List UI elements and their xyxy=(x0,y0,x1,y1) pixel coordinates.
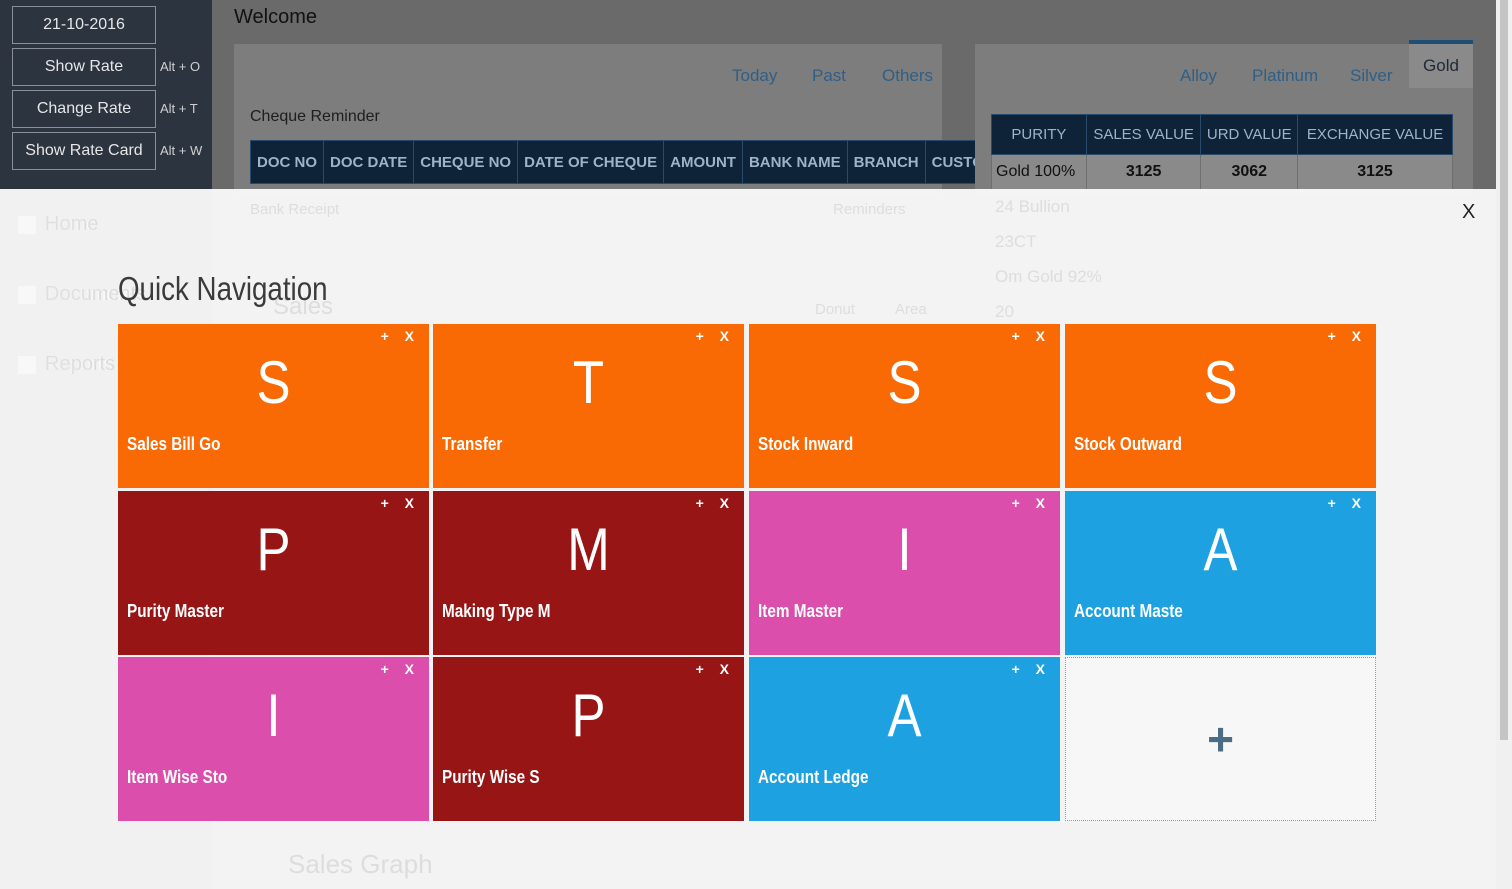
tile-controls[interactable]: + X xyxy=(696,328,735,344)
tile-stock-outward[interactable]: + X S Stock Outward xyxy=(1065,324,1376,488)
show-rate-card-button[interactable]: Show Rate Card xyxy=(12,132,156,170)
tile-letter: I xyxy=(266,682,281,749)
tile-letter: P xyxy=(256,516,291,583)
donut-label: Donut xyxy=(815,301,856,318)
column-header: BRANCH xyxy=(848,141,926,183)
ghost-purity: 24 Bullion xyxy=(995,197,1070,216)
tile-label: Stock Outward xyxy=(1074,434,1182,454)
column-header: CHEQUE NO xyxy=(414,141,519,183)
tab-gold[interactable]: Gold xyxy=(1409,40,1473,88)
tile-controls[interactable]: + X xyxy=(381,495,420,511)
scrollbar-thumb[interactable] xyxy=(1500,0,1508,740)
reminders-label: Reminders xyxy=(833,201,906,218)
cheque-table-header: DOC NO DOC DATE CHEQUE NO DATE OF CHEQUE… xyxy=(250,140,1026,184)
tile-label: Item Wise Sto xyxy=(127,767,228,787)
tile-controls[interactable]: + X xyxy=(696,661,735,677)
tile-controls[interactable]: + X xyxy=(381,328,420,344)
ghost-purity: 20 xyxy=(995,302,1014,321)
column-header: AMOUNT xyxy=(664,141,743,183)
rate-table: PURITY SALES VALUE URD VALUE EXCHANGE VA… xyxy=(991,114,1453,190)
tile-controls[interactable]: + X xyxy=(381,661,420,677)
tile-letter: S xyxy=(1203,349,1238,416)
column-header: DATE OF CHEQUE xyxy=(518,141,665,183)
sales-graph-label: Sales Graph xyxy=(288,849,433,879)
tile-letter: M xyxy=(567,516,610,583)
tile-account-master[interactable]: + X A Account Maste xyxy=(1065,491,1376,655)
column-header: URD VALUE xyxy=(1200,114,1299,155)
tile-label: Transfer xyxy=(442,434,503,454)
show-rate-shortcut: Alt + O xyxy=(160,59,201,74)
show-rate-button[interactable]: Show Rate xyxy=(12,48,156,86)
tile-transfer[interactable]: + X T Transfer xyxy=(433,324,744,488)
tile-label: Item Master xyxy=(758,601,844,621)
show-rate-card-shortcut: Alt + W xyxy=(160,143,203,158)
ghost-reports: Reports xyxy=(45,353,116,375)
tile-purity-master[interactable]: + X P Purity Master xyxy=(118,491,429,655)
column-header: PURITY xyxy=(991,114,1087,155)
tile-letter: I xyxy=(897,516,912,583)
page-title: Welcome xyxy=(234,6,317,28)
tile-label: Sales Bill Go xyxy=(127,434,221,454)
ghost-purity: 23CT xyxy=(995,232,1037,251)
page-scrollbar[interactable] xyxy=(1496,0,1512,889)
ghost-purity: Om Gold 92% xyxy=(995,267,1102,286)
tile-controls[interactable]: + X xyxy=(1328,495,1367,511)
tile-item-wise-stock[interactable]: + X I Item Wise Sto xyxy=(118,657,429,821)
column-header: DOC NO xyxy=(251,141,324,183)
column-header: EXCHANGE VALUE xyxy=(1297,114,1453,155)
close-button[interactable]: X xyxy=(1462,201,1475,224)
column-header: DOC DATE xyxy=(324,141,415,183)
purity-cell: Gold 100% xyxy=(991,154,1087,190)
tile-letter: S xyxy=(887,349,922,416)
tile-label: Purity Wise S xyxy=(442,767,540,787)
tile-label: Account Ledge xyxy=(758,767,869,787)
tile-controls[interactable]: + X xyxy=(1012,495,1051,511)
tile-letter: A xyxy=(1203,516,1238,583)
rate-panel: Alloy Platinum Silver Gold PURITY SALES … xyxy=(975,40,1473,194)
urd-value-cell: 3062 xyxy=(1200,154,1299,190)
tab-past[interactable]: Past xyxy=(812,66,846,86)
tile-item-master[interactable]: + X I Item Master xyxy=(749,491,1060,655)
tile-controls[interactable]: + X xyxy=(1012,661,1051,677)
tile-letter: P xyxy=(571,682,606,749)
cheque-reminder-label: Cheque Reminder xyxy=(250,108,380,125)
ghost-home: Home xyxy=(45,213,99,235)
tile-controls[interactable]: + X xyxy=(1328,328,1367,344)
tile-stock-inward[interactable]: + X S Stock Inward xyxy=(749,324,1060,488)
tile-letter: S xyxy=(256,349,291,416)
tile-label: Stock Inward xyxy=(758,434,854,454)
quick-nav-grid: + X S Sales Bill Go + X T Transfer + X S… xyxy=(118,324,1376,822)
tab-today[interactable]: Today xyxy=(732,66,777,86)
column-header: BANK NAME xyxy=(743,141,848,183)
tab-alloy[interactable]: Alloy xyxy=(1180,66,1217,86)
reminder-panel: Today Past Others Cheque Reminder DOC NO… xyxy=(234,44,1026,194)
tile-sales-bill[interactable]: + X S Sales Bill Go xyxy=(118,324,429,488)
area-label: Area xyxy=(895,301,927,318)
column-header: SALES VALUE xyxy=(1085,114,1202,155)
tile-label: Purity Master xyxy=(127,601,224,621)
sales-value-cell: 3125 xyxy=(1085,154,1202,190)
tile-controls[interactable]: + X xyxy=(696,495,735,511)
tile-making-type[interactable]: + X M Making Type M xyxy=(433,491,744,655)
date-display: 21-10-2016 xyxy=(12,6,156,44)
modal-title: Quick Navigation xyxy=(118,270,328,307)
tile-purity-wise[interactable]: + X P Purity Wise S xyxy=(433,657,744,821)
table-row: Gold 100% 3125 3062 3125 xyxy=(991,154,1453,190)
exchange-value-cell: 3125 xyxy=(1297,154,1453,190)
tab-others[interactable]: Others xyxy=(882,66,933,86)
change-rate-button[interactable]: Change Rate xyxy=(12,90,156,128)
add-tile-button[interactable]: + xyxy=(1065,657,1376,821)
tab-silver[interactable]: Silver xyxy=(1350,66,1393,86)
tile-label: Making Type M xyxy=(442,601,551,621)
tile-label: Account Maste xyxy=(1074,601,1183,621)
tile-letter: A xyxy=(887,682,922,749)
change-rate-shortcut: Alt + T xyxy=(160,101,198,116)
tab-platinum[interactable]: Platinum xyxy=(1252,66,1318,86)
bank-receipt-label: Bank Receipt xyxy=(250,201,340,218)
tile-controls[interactable]: + X xyxy=(1012,328,1051,344)
tile-account-ledger[interactable]: + X A Account Ledge xyxy=(749,657,1060,821)
tile-letter: T xyxy=(572,349,605,416)
